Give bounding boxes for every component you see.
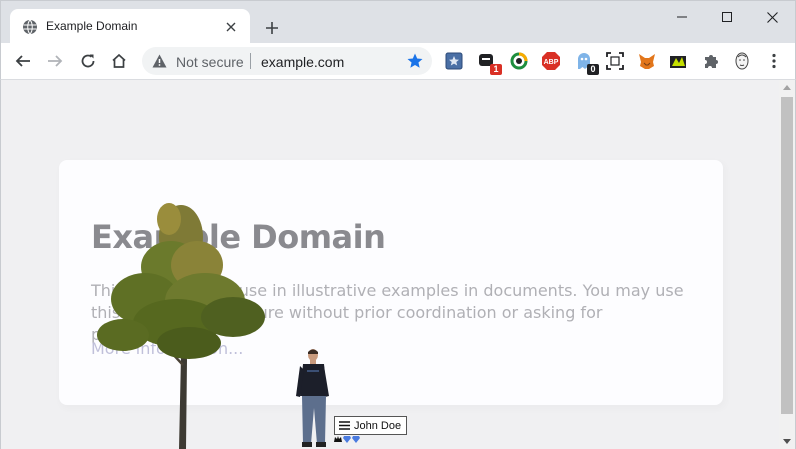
arrow-left-icon bbox=[15, 55, 30, 67]
kebab-icon bbox=[772, 53, 776, 69]
minimize-button[interactable] bbox=[659, 5, 705, 29]
diamond-icon bbox=[343, 436, 351, 443]
globe-icon bbox=[23, 19, 37, 35]
warning-icon[interactable] bbox=[152, 54, 167, 68]
forward-button[interactable] bbox=[42, 49, 68, 73]
lime-extension-icon[interactable] bbox=[668, 51, 688, 71]
minimize-icon bbox=[677, 16, 687, 18]
diamond-icon bbox=[352, 436, 360, 443]
active-tab[interactable]: Example Domain bbox=[10, 9, 250, 44]
abp-label: ABP bbox=[544, 59, 559, 66]
ghost-extension-icon[interactable]: 0 bbox=[574, 51, 599, 75]
url-text[interactable]: example.com bbox=[261, 54, 344, 70]
tab-strip: Example Domain bbox=[0, 0, 796, 44]
sync-icon bbox=[510, 52, 528, 70]
notification-badge: 1 bbox=[490, 64, 502, 75]
capture-frame-icon bbox=[606, 52, 624, 70]
close-icon bbox=[226, 22, 236, 32]
crown-icon bbox=[334, 436, 342, 442]
bookmark-extension-icon[interactable] bbox=[444, 51, 464, 71]
lime-icon bbox=[670, 56, 686, 68]
avatar-character[interactable] bbox=[295, 348, 335, 448]
screenshot-extension-icon[interactable] bbox=[605, 51, 625, 71]
tree-image bbox=[97, 203, 265, 449]
scroll-up-arrow-icon[interactable] bbox=[783, 84, 791, 90]
puzzle-icon bbox=[705, 55, 718, 68]
scroll-thumb[interactable] bbox=[781, 97, 793, 414]
player-name: John Doe bbox=[354, 419, 402, 432]
fox-icon bbox=[639, 54, 655, 69]
close-icon bbox=[766, 11, 778, 23]
bookmark-star-icon[interactable] bbox=[406, 52, 424, 70]
extensions-puzzle-icon[interactable] bbox=[701, 51, 721, 71]
arrow-right-icon bbox=[48, 55, 63, 67]
messenger-extension-icon[interactable]: 1 bbox=[477, 51, 502, 75]
notification-badge: 0 bbox=[587, 64, 599, 75]
security-label[interactable]: Not secure bbox=[176, 54, 244, 70]
more-menu-icon[interactable] bbox=[764, 51, 784, 71]
tab-close-button[interactable] bbox=[222, 18, 240, 36]
new-tab-button[interactable] bbox=[261, 17, 283, 39]
tab-title: Example Domain bbox=[46, 19, 138, 33]
reload-icon bbox=[81, 54, 95, 68]
profile-avatar-icon[interactable] bbox=[732, 51, 752, 71]
vertical-scrollbar[interactable] bbox=[779, 80, 796, 449]
browser-toolbar: Not secure example.com 1 ABP 0 bbox=[0, 43, 796, 80]
window-close-button[interactable] bbox=[749, 5, 795, 29]
page-viewport: Example Domain This domain is for use in… bbox=[0, 80, 779, 449]
player-status-gems bbox=[334, 436, 360, 443]
maximize-button[interactable] bbox=[704, 5, 750, 29]
home-icon bbox=[112, 53, 126, 68]
stop-sign-icon: ABP bbox=[542, 52, 560, 70]
scroll-down-arrow-icon[interactable] bbox=[783, 439, 791, 445]
back-button[interactable] bbox=[10, 49, 36, 73]
plus-icon bbox=[266, 22, 278, 34]
maximize-icon bbox=[722, 12, 732, 22]
metamask-fox-icon[interactable] bbox=[637, 51, 657, 71]
star-box-icon bbox=[445, 52, 463, 70]
hamburger-menu-icon[interactable] bbox=[339, 421, 350, 430]
sync-extension-icon[interactable] bbox=[509, 51, 529, 71]
player-name-tag[interactable]: John Doe bbox=[334, 416, 408, 435]
adblock-plus-icon[interactable]: ABP bbox=[541, 51, 561, 71]
home-button[interactable] bbox=[106, 49, 132, 73]
omnibox-divider bbox=[250, 53, 251, 69]
face-sketch-icon bbox=[735, 52, 749, 70]
address-bar[interactable]: Not secure example.com bbox=[142, 47, 432, 75]
reload-button[interactable] bbox=[75, 49, 101, 73]
